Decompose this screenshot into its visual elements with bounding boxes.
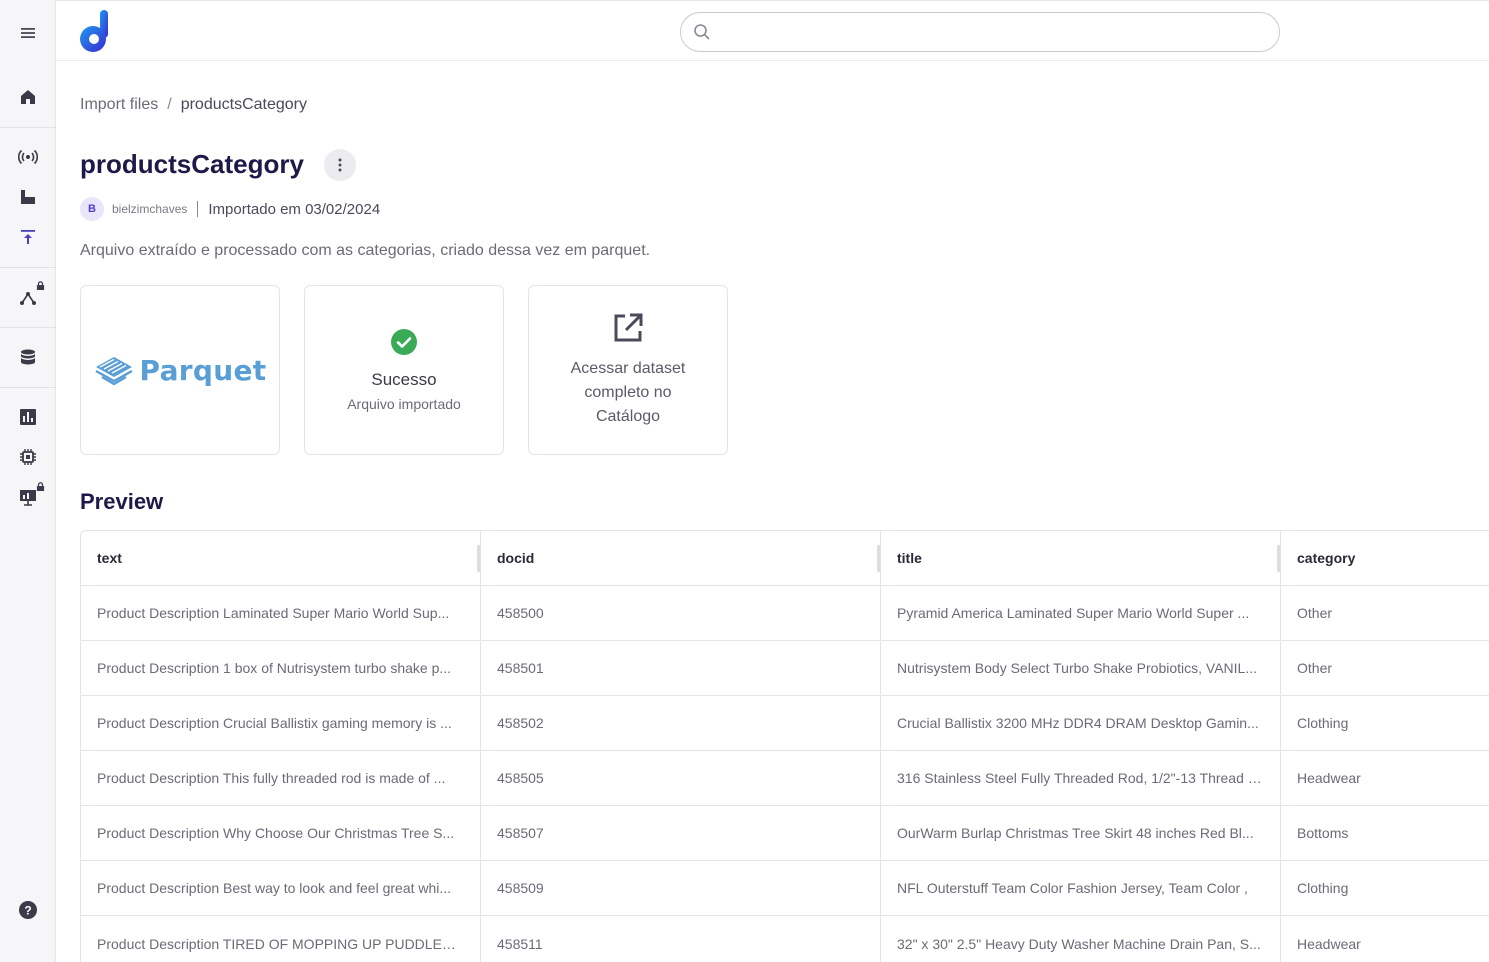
cell-docid: 458505 (481, 751, 881, 805)
lock-icon (36, 281, 45, 290)
catalog-link-label: Acessar dataset completo no Catálogo (570, 360, 686, 425)
file-description: Arquivo extraído e processado com as cat… (80, 242, 651, 259)
bar-chart-icon[interactable] (0, 397, 56, 437)
format-card: Parquet (80, 285, 280, 455)
external-link-icon (614, 313, 643, 342)
table-row: Product Description Crucial Ballistix ga… (81, 696, 1489, 751)
success-check-icon (391, 329, 417, 355)
breadcrumb-parent-link[interactable]: Import files (80, 96, 158, 113)
parquet-logo-text: Parquet (139, 353, 267, 387)
cell-title: NFL Outerstuff Team Color Fashion Jersey… (881, 861, 1281, 915)
breadcrumb: Import files / productsCategory (80, 96, 307, 114)
cell-category: Other (1297, 605, 1333, 621)
cell-title: 32" x 30" 2.5" Heavy Duty Washer Machine… (881, 916, 1281, 962)
cell-text: Product Description Crucial Ballistix ga… (81, 696, 481, 750)
cell-docid: 458511 (481, 916, 881, 962)
chip-icon[interactable] (0, 437, 56, 477)
table-row: Product Description This fully threaded … (81, 751, 1489, 806)
database-icon[interactable] (0, 337, 56, 377)
catalog-link-card[interactable]: Acessar dataset completo no Catálogo (528, 285, 728, 455)
column-header-text[interactable]: text (81, 531, 481, 585)
table-row: Product Description Why Choose Our Chris… (81, 806, 1489, 861)
cell-title: 316 Stainless Steel Fully Threaded Rod, … (881, 751, 1281, 805)
cell-text: Product Description This fully threaded … (81, 751, 481, 805)
cell-docid: 458507 (481, 806, 881, 860)
column-header-category[interactable]: category (1281, 531, 1489, 585)
table-row: Product Description Laminated Super Mari… (81, 586, 1489, 641)
more-options-button[interactable] (324, 149, 356, 181)
cell-text: Product Description Laminated Super Mari… (81, 586, 481, 640)
cell-title: Nutrisystem Body Select Turbo Shake Prob… (881, 641, 1281, 695)
file-meta: B bielzimchaves Importado em 03/02/2024 (80, 197, 380, 221)
presentation-icon[interactable] (0, 477, 56, 517)
meta-divider (197, 201, 199, 217)
cell-category: Clothing (1297, 715, 1349, 731)
status-card: Sucesso Arquivo importado (304, 285, 504, 455)
home-icon[interactable] (0, 77, 56, 117)
table-row: Product Description Best way to look and… (81, 861, 1489, 916)
app-logo[interactable] (78, 10, 112, 54)
cell-category: Bottoms (1297, 825, 1349, 841)
column-header-docid[interactable]: docid (481, 531, 881, 585)
cell-category: Other (1297, 660, 1333, 676)
upload-icon[interactable] (0, 217, 56, 257)
search-icon (694, 24, 710, 40)
cell-docid: 458501 (481, 641, 881, 695)
kebab-icon (338, 158, 342, 172)
cell-title: Pyramid America Laminated Super Mario Wo… (881, 586, 1281, 640)
column-header-title[interactable]: title (881, 531, 1281, 585)
preview-table: text docid title category Product Descri… (80, 530, 1489, 962)
cell-text: Product Description 1 box of Nutrisystem… (81, 641, 481, 695)
cell-category: Headwear (1297, 770, 1361, 786)
page-title: productsCategory (80, 149, 304, 179)
author-name: bielzimchaves (112, 202, 188, 216)
cell-title: OurWarm Burlap Christmas Tree Skirt 48 i… (881, 806, 1281, 860)
cell-category: Clothing (1297, 880, 1349, 896)
search-bar[interactable] (680, 12, 1280, 52)
help-icon[interactable]: ? (0, 890, 56, 930)
cell-docid: 458500 (481, 586, 881, 640)
graph-icon[interactable] (0, 277, 56, 317)
parquet-icon (94, 357, 133, 386)
cell-text: Product Description Why Choose Our Chris… (81, 806, 481, 860)
avatar: B (80, 197, 104, 221)
cell-docid: 458502 (481, 696, 881, 750)
breadcrumb-current: productsCategory (180, 96, 307, 113)
preview-heading: Preview (80, 489, 164, 514)
info-cards: Parquet Sucesso Arquivo importado Acessa… (80, 285, 728, 455)
status-subtitle: Arquivo importado (347, 396, 461, 412)
cell-text: Product Description TIRED OF MOPPING UP … (81, 916, 481, 962)
topbar (56, 0, 1489, 61)
cell-category: Headwear (1297, 935, 1361, 952)
menu-icon[interactable] (0, 13, 56, 53)
import-date: Importado em 03/02/2024 (208, 200, 381, 218)
lock-icon (36, 482, 45, 491)
parquet-logo: Parquet (94, 353, 267, 387)
svg-text:?: ? (24, 904, 31, 918)
search-input[interactable] (719, 13, 1279, 51)
sidebar: ? (0, 0, 56, 962)
table-row: Product Description TIRED OF MOPPING UP … (81, 916, 1489, 962)
table-header: text docid title category (81, 531, 1489, 586)
cell-title: Crucial Ballistix 3200 MHz DDR4 DRAM Des… (881, 696, 1281, 750)
table-row: Product Description 1 box of Nutrisystem… (81, 641, 1489, 696)
cell-text: Product Description Best way to look and… (81, 861, 481, 915)
breadcrumb-separator: / (167, 96, 172, 113)
folders-icon[interactable] (0, 177, 56, 217)
cell-docid: 458509 (481, 861, 881, 915)
broadcast-icon[interactable] (0, 137, 56, 177)
status-title: Sucesso (371, 370, 437, 389)
